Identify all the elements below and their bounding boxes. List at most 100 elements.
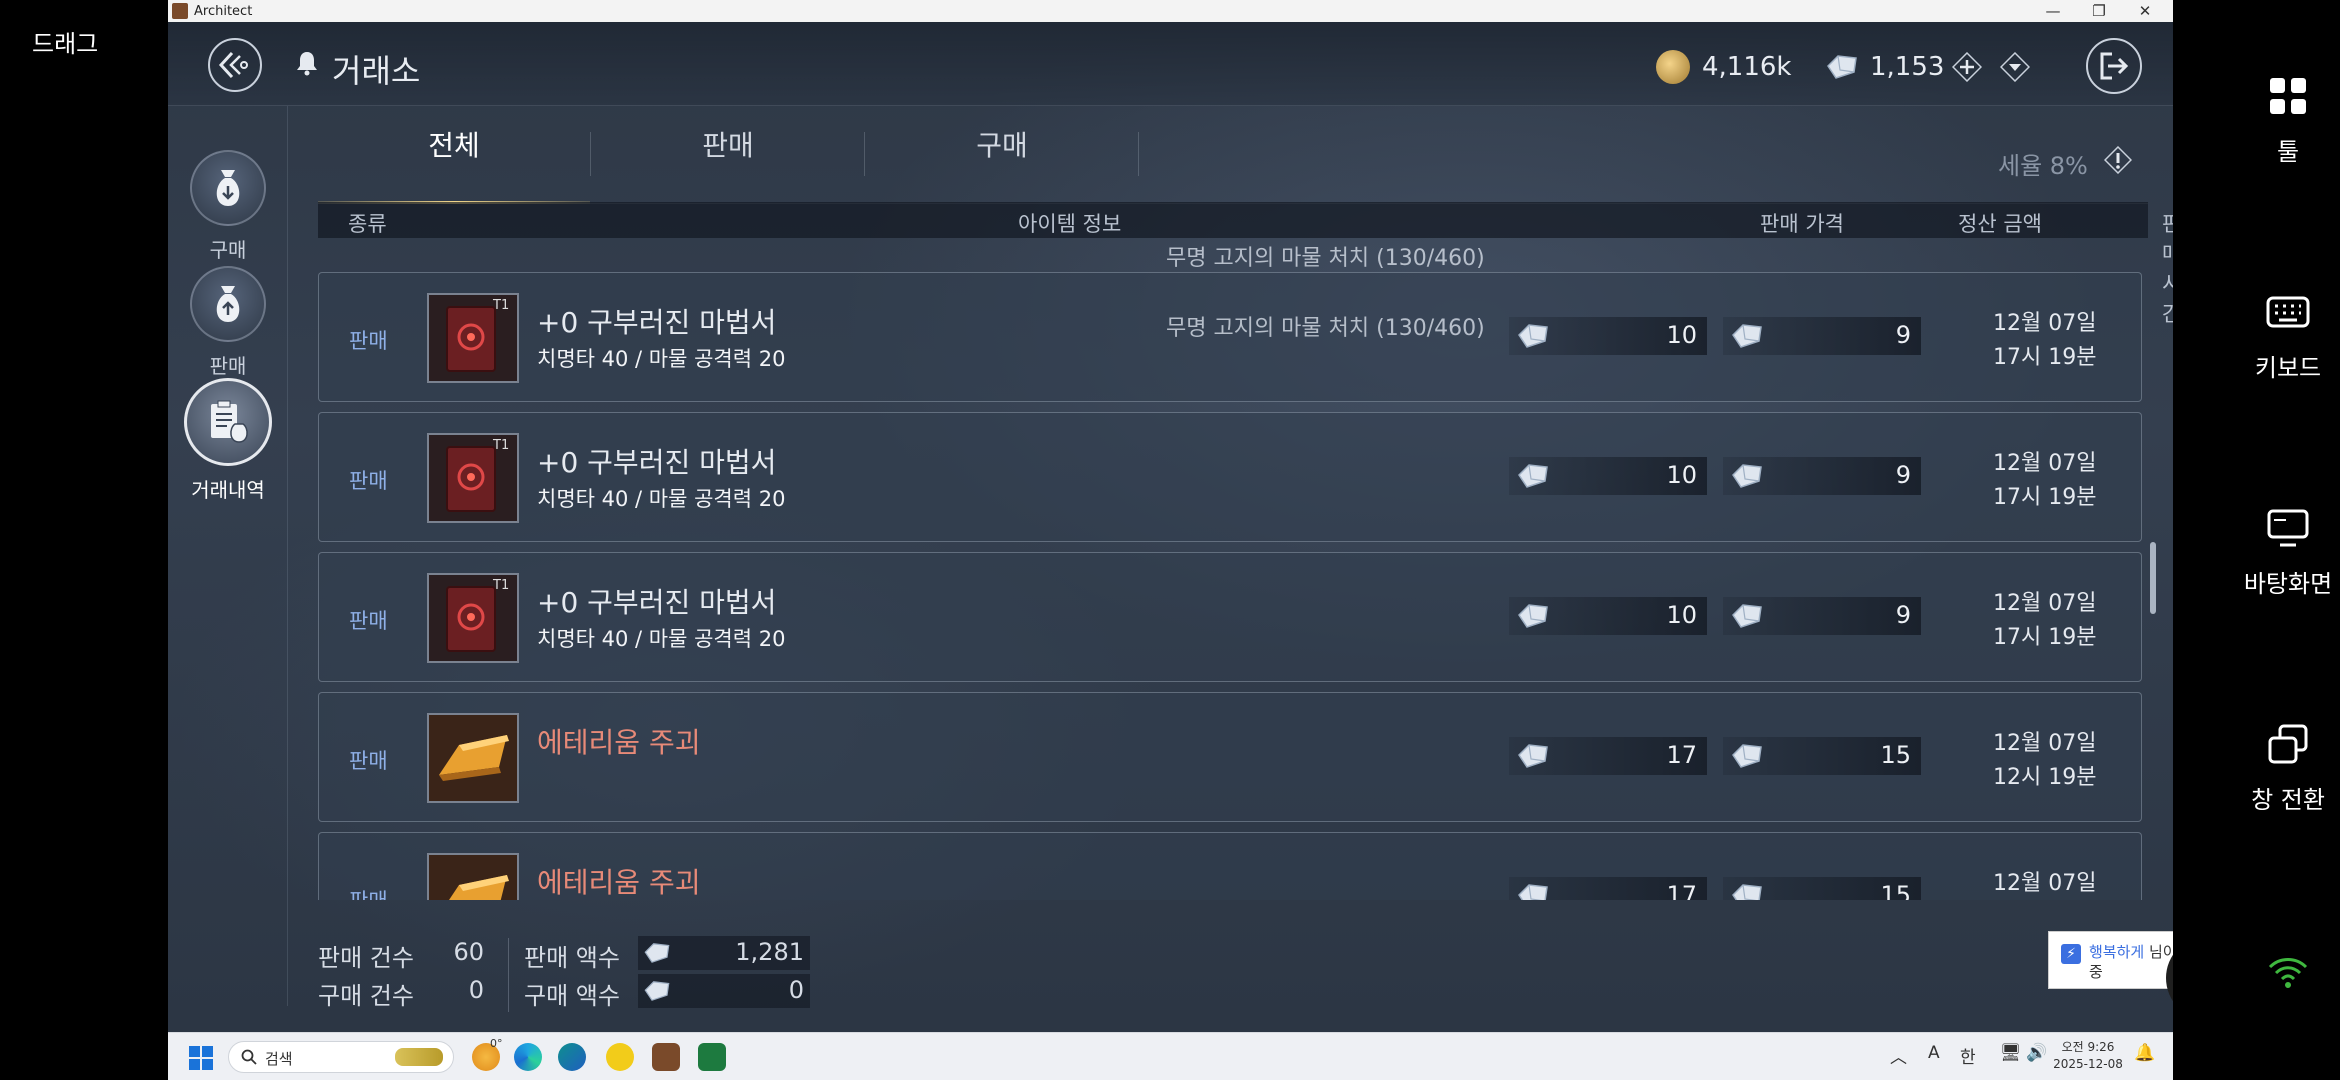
info-diamond-icon[interactable]	[2104, 146, 2132, 174]
tool-button-tools[interactable]: 툴	[2236, 74, 2340, 167]
trade-kind: 판매	[349, 329, 388, 353]
currency-dropdown-button[interactable]	[2000, 52, 2030, 82]
volume-icon[interactable]: 🔊	[2026, 1043, 2047, 1063]
sell-clock: 17시 19분	[1993, 625, 2097, 650]
taskbar-search[interactable]: 검색	[228, 1041, 454, 1073]
close-window-button[interactable]: ✕	[2122, 0, 2168, 22]
sell-amount-label: 판매 액수	[524, 944, 620, 972]
sell-time: 12월 07일 12시 19분	[1993, 867, 2097, 930]
sell-time: 12월 07일 17시 19분	[1993, 307, 2096, 375]
scrollbar[interactable]	[2150, 542, 2156, 614]
item-icon-slot[interactable]	[427, 713, 519, 803]
item-icon-slot[interactable]: T1	[427, 293, 519, 383]
buy-amount-label: 구매 액수	[524, 982, 620, 1010]
trade-kind: 판매	[349, 469, 388, 493]
tab-all[interactable]: 전체	[318, 106, 590, 204]
ingot-icon	[429, 855, 517, 900]
tool-button-desktop[interactable]: 바탕화면	[2236, 506, 2340, 599]
tier-badge: T1	[492, 578, 509, 593]
keyboard-icon	[2266, 296, 2310, 328]
tool-button-keyboard[interactable]: 키보드	[2236, 290, 2340, 383]
windows-start-icon[interactable]	[188, 1045, 214, 1071]
game-app-icon[interactable]	[652, 1043, 680, 1071]
settle-amount-value: 9	[1895, 461, 1911, 489]
col-item-info: 아이템 정보	[1018, 212, 1122, 236]
tab-buy[interactable]: 구매	[866, 106, 1138, 204]
search-placeholder: 검색	[265, 1050, 293, 1068]
network-icon[interactable]: 🖥	[2000, 1043, 2022, 1063]
table-row[interactable]: 판매 에테리움 주괴 17 15 12월 07일 12시 19분	[318, 692, 2142, 822]
table-row[interactable]: 판매 T1 +0 구부러진 마법서 치명타 40 / 마물 공격력 20 10 9 12월 …	[318, 412, 2142, 542]
tab-sell[interactable]: 판매	[592, 106, 864, 204]
buy-count-label: 구매 건수	[318, 982, 414, 1010]
item-icon-slot[interactable]	[427, 853, 519, 900]
edge-icon[interactable]	[514, 1043, 542, 1071]
buy-count-value: 0	[468, 976, 484, 1004]
settle-amount-value: 15	[1880, 881, 1911, 909]
trade-kind: 판매	[349, 749, 388, 773]
chat-app-icon[interactable]	[606, 1043, 634, 1071]
diamond-icon	[1518, 744, 1548, 768]
remote-tool-panel: 툴 키보드 바탕화면 창 전환	[2236, 0, 2340, 1080]
item-icon-slot[interactable]: T1	[427, 433, 519, 523]
sell-price-box: 10	[1509, 457, 1707, 495]
table-row[interactable]: 판매 T1 +0 구부러진 마법서 치명타 40 / 마물 공격력 20 10 9 12월 …	[318, 552, 2142, 682]
exit-door-icon	[2100, 52, 2129, 80]
diamond-icon	[1518, 324, 1548, 348]
tool-label: 툴	[2276, 138, 2300, 166]
item-name: +0 구부러진 마법서	[537, 306, 777, 339]
notice-text: 행복하게 님이 이 PC를 제어하는 중	[2089, 942, 2173, 982]
drag-label[interactable]: 드래그	[32, 24, 98, 59]
sell-amount-box: 1,281	[638, 936, 810, 970]
restore-button[interactable]: ❐	[2076, 0, 2122, 22]
sell-price-box: 17	[1509, 737, 1707, 775]
window-title: Architect	[194, 3, 253, 19]
chevron-up-icon[interactable]: ︿	[1890, 1043, 1907, 1068]
remote-control-notice[interactable]: ⚡ 행복하게 님이 이 PC를 제어하는 중 »	[2048, 931, 2173, 989]
sell-clock: 12시 19분	[1993, 905, 2097, 930]
item-name: +0 구부러진 마법서	[537, 586, 777, 619]
browser-app-icon[interactable]	[558, 1043, 586, 1071]
item-name: 에테리움 주괴	[537, 866, 701, 899]
diamond-icon	[1732, 744, 1762, 768]
excel-icon[interactable]	[698, 1043, 726, 1071]
item-stats: 치명타 40 / 마물 공격력 20	[537, 487, 786, 511]
tool-button-switch-window[interactable]: 창 전환	[2236, 722, 2340, 815]
sell-price-box: 10	[1509, 317, 1707, 355]
settle-amount-value: 9	[1895, 601, 1911, 629]
sell-price-value: 17	[1666, 741, 1697, 769]
grid-icon	[2270, 78, 2306, 114]
clock-date: 2025-12-08	[2053, 1057, 2123, 1071]
sell-price-value: 10	[1666, 601, 1697, 629]
bell-icon[interactable]	[296, 50, 318, 76]
window-titlebar: Architect — ❐ ✕	[168, 0, 2173, 22]
notification-bell-icon[interactable]: 🔔	[2134, 1043, 2155, 1063]
tier-badge: T1	[492, 438, 509, 453]
app-window: Architect — ❐ ✕ 거래소 4,116k 1,153 구매 판매 거…	[168, 0, 2173, 1080]
item-icon-slot[interactable]: T1	[427, 573, 519, 663]
diamond-icon	[1518, 464, 1548, 488]
diamond-icon	[1518, 604, 1548, 628]
sell-price-value: 17	[1666, 881, 1697, 909]
ime-mode[interactable]: A	[1928, 1043, 1940, 1063]
nav-buy[interactable]: 구매	[190, 150, 266, 263]
app-icon	[172, 3, 188, 19]
back-button[interactable]	[208, 38, 262, 92]
settle-amount-box: 9	[1723, 457, 1921, 495]
sell-date: 12월 07일	[1993, 591, 2097, 616]
diamond-amount: 1,153	[1870, 52, 1945, 82]
sell-date: 12월 07일	[1993, 871, 2097, 896]
tool-label: 창 전환	[2251, 786, 2325, 814]
sell-clock: 12시 19분	[1993, 765, 2097, 790]
exit-button[interactable]	[2086, 38, 2142, 94]
add-currency-button[interactable]	[1952, 52, 1982, 82]
buy-amount-box: 0	[638, 974, 810, 1008]
taskbar-clock[interactable]: 오전 9:26 2025-12-08	[2048, 1039, 2128, 1073]
ime-language[interactable]: 한	[1960, 1043, 1976, 1068]
gold-amount: 4,116k	[1702, 52, 1792, 82]
sell-amount-value: 1,281	[735, 938, 804, 966]
money-bag-down-icon	[216, 170, 240, 206]
window-switch-icon	[2268, 724, 2308, 764]
table-header: 종류 아이템 정보 판매 가격 정산 금액 판매 시간	[318, 202, 2173, 326]
minimize-button[interactable]: —	[2030, 0, 2076, 22]
